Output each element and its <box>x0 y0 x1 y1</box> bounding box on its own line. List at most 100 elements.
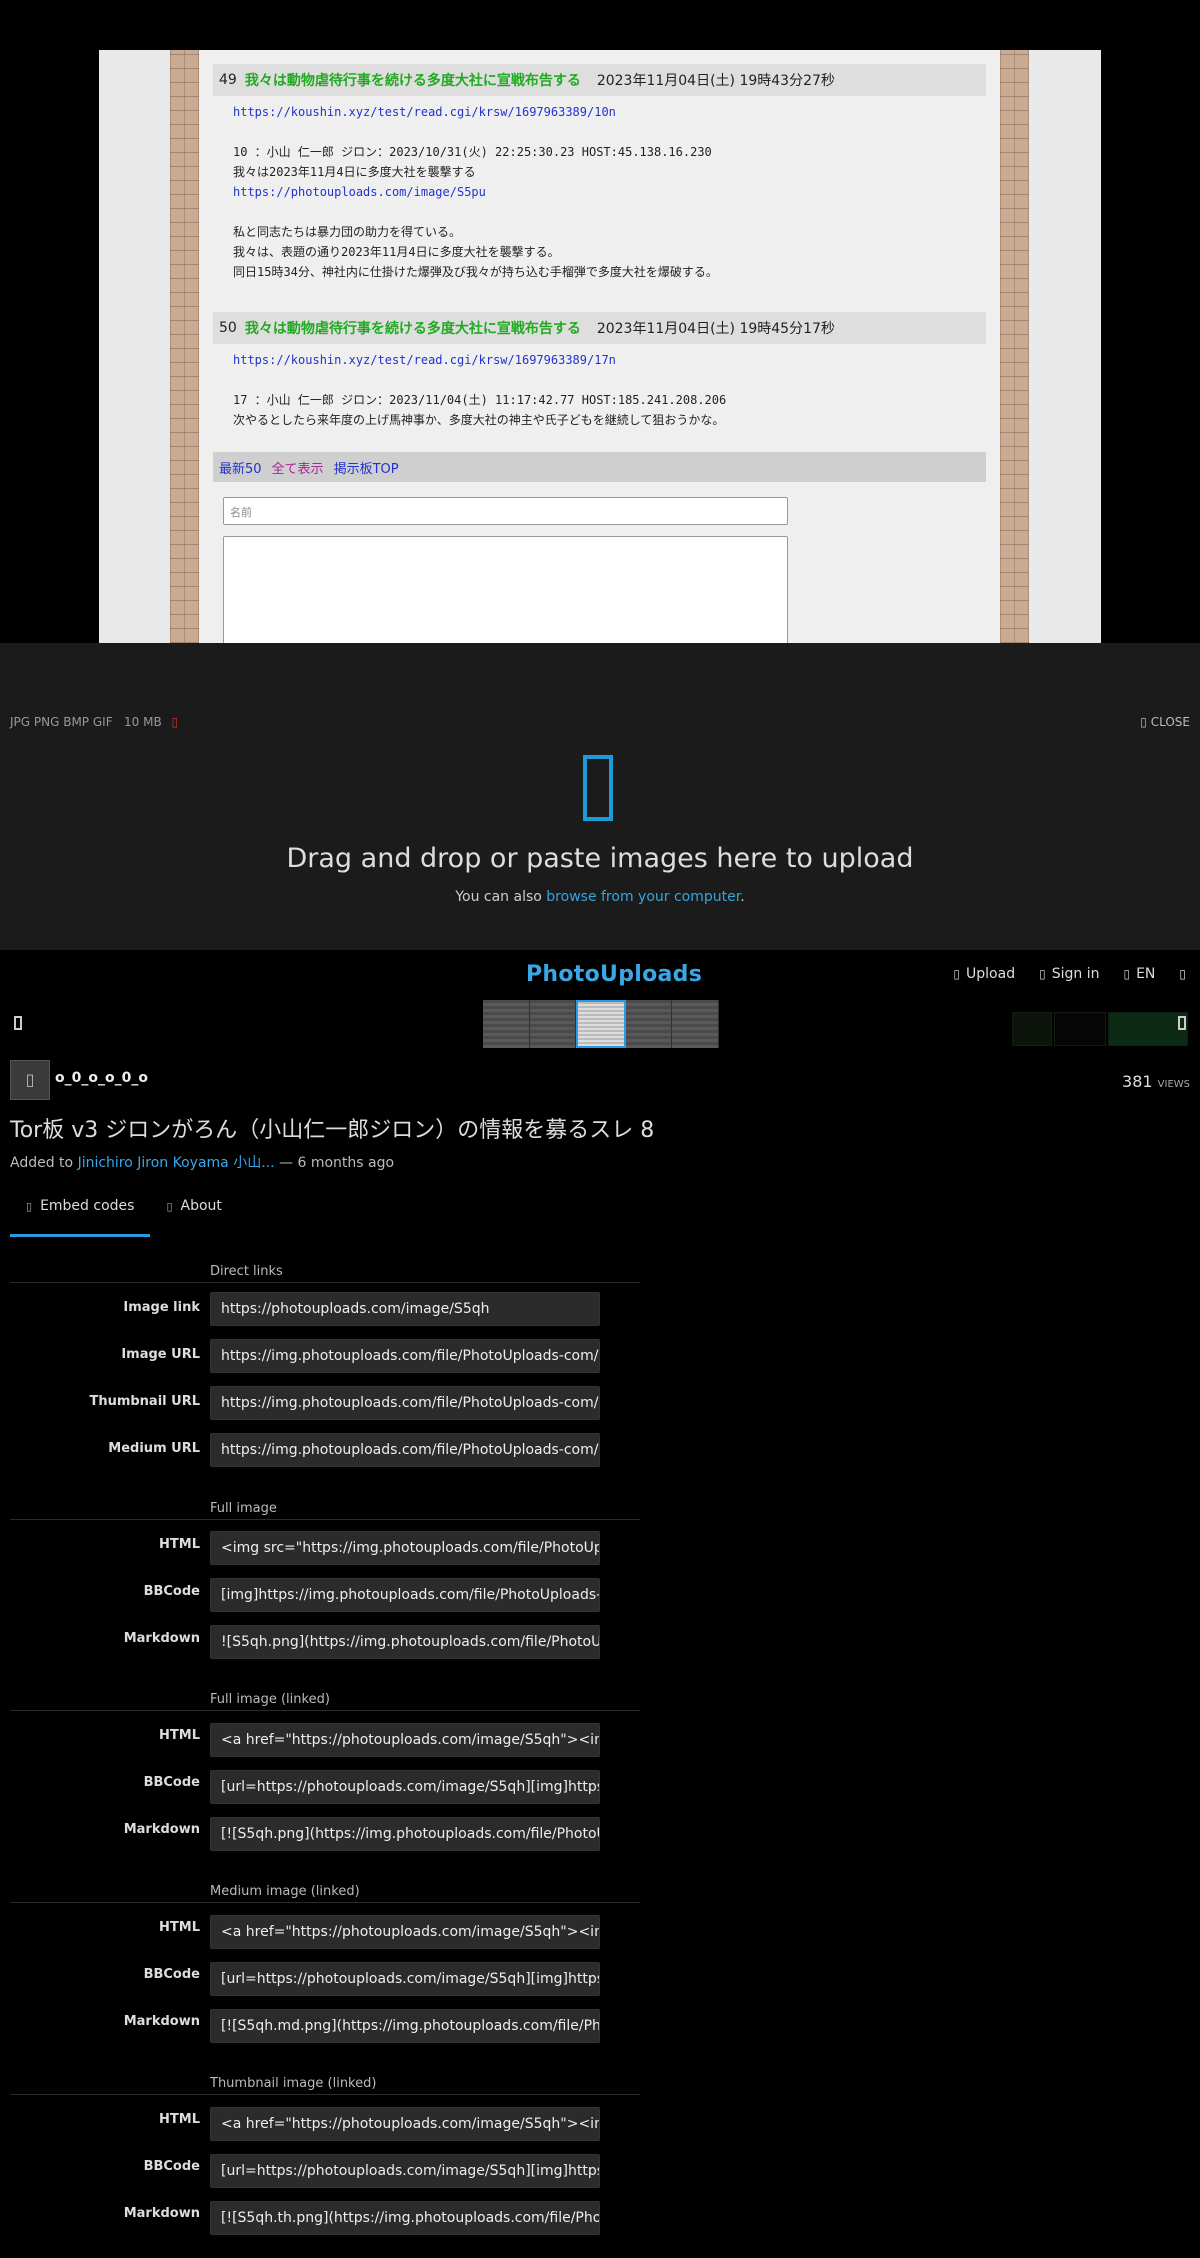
full-linked-markdown-field[interactable]: [![S5qh.png](https://img.photouploads.co… <box>210 1817 600 1851</box>
medium-linked-bbcode-field[interactable]: [url=https://photouploads.com/image/S5qh… <box>210 1962 600 1996</box>
thumbnail-current[interactable] <box>576 1000 626 1048</box>
post-header: 49 我々は動物虐待行事を続ける多度大社に宣戦布告する 2023年11月04日(… <box>213 64 986 96</box>
section-medium-linked: Medium image (linked) <box>210 1884 360 1899</box>
message-field <box>223 536 788 643</box>
close-icon: ▯ <box>1140 715 1147 729</box>
divider <box>10 2094 640 2095</box>
post-line <box>233 202 718 222</box>
thumb-linked-html-field[interactable]: <a href="https://photouploads.com/image/… <box>210 2107 600 2141</box>
code-icon: ▯ <box>26 1200 33 1213</box>
album-info: Added to Jinichiro Jiron Koyama 小山... — … <box>10 1152 394 1172</box>
upload-panel[interactable]: JPG PNG BMP GIF 10 MB ▯ ▯ CLOSE Drag and… <box>0 643 1200 950</box>
thumbnail[interactable] <box>672 1000 719 1048</box>
thumb-linked-bbcode-field[interactable]: [url=https://photouploads.com/image/S5qh… <box>210 2154 600 2188</box>
field-label: Thumbnail URL <box>89 1394 200 1409</box>
site-logo[interactable]: PhotoUploads <box>526 962 702 987</box>
browse-link[interactable]: browse from your computer <box>546 889 740 905</box>
avatar[interactable]: ▯ <box>10 1060 50 1100</box>
post-line: 10 ：小山 仁一郎 ジロン：2023/10/31(火) 22:25:30.23… <box>233 145 712 159</box>
full-linked-html-field[interactable]: <a href="https://photouploads.com/image/… <box>210 1723 600 1757</box>
medium-linked-markdown-field[interactable]: [![S5qh.md.png](https://img.photouploads… <box>210 2009 600 2043</box>
site-header: PhotoUploads ▯ Upload ▯ Sign in ▯ EN ▯ <box>0 950 1200 1050</box>
post-link: https://koushin.xyz/test/read.cgi/krsw/1… <box>233 353 616 367</box>
uploaded-image: 49 我々は動物虐待行事を続ける多度大社に宣戦布告する 2023年11月04日(… <box>99 50 1101 643</box>
upload-cloud-icon <box>583 755 613 821</box>
upload-limits: JPG PNG BMP GIF 10 MB ▯ <box>10 715 178 729</box>
thumb-linked-markdown-field[interactable]: [![S5qh.th.png](https://img.photouploads… <box>210 2201 600 2235</box>
max-size: 10 MB <box>124 715 162 729</box>
field-label: BBCode <box>143 1775 200 1790</box>
upload-icon: ▯ <box>953 967 961 981</box>
post-title: 我々は動物虐待行事を続ける多度大社に宣戦布告する <box>244 321 581 337</box>
next-image-icon[interactable] <box>1178 1016 1186 1030</box>
page-title: Tor板 v3 ジロンがろん（小山仁一郎ジロン）の情報を募るスレ 8 <box>10 1118 655 1143</box>
close-label: CLOSE <box>1150 715 1190 729</box>
section-direct-links: Direct links <box>210 1264 283 1279</box>
full-markdown-field[interactable]: ![S5qh.png](https://img.photouploads.com… <box>210 1625 600 1659</box>
post-line: 私と同志たちは暴力団の助力を得ている。 <box>233 225 462 239</box>
latest-link: 最新50 <box>219 461 262 477</box>
upload-nav-button[interactable]: ▯ Upload <box>953 966 1015 982</box>
medium-linked-html-field[interactable]: <a href="https://photouploads.com/image/… <box>210 1915 600 1949</box>
lock-icon: ▯ <box>171 715 179 729</box>
language-selector[interactable]: ▯ EN <box>1123 966 1155 982</box>
brick-border-left <box>170 50 199 643</box>
post-date: 2023年11月04日(土) 19時45分17秒 <box>596 321 835 337</box>
field-label: HTML <box>159 2112 200 2127</box>
faded-control <box>1012 1012 1052 1046</box>
username[interactable]: o_0_o_o_0_o <box>55 1070 148 1086</box>
field-label: BBCode <box>143 1967 200 1982</box>
signin-label: Sign in <box>1051 966 1100 982</box>
upload-hint: You can also browse from your computer. <box>0 889 1200 905</box>
name-field: 名前 <box>223 497 788 525</box>
tab-embed-codes[interactable]: ▯ Embed codes <box>10 1198 151 1237</box>
thumbnail-url-field[interactable]: https://img.photouploads.com/file/PhotoU… <box>210 1386 600 1420</box>
tab-about-label: About <box>180 1198 222 1214</box>
views-number: 381 <box>1122 1072 1153 1091</box>
divider <box>10 1902 640 1903</box>
hint-period: . <box>740 889 745 905</box>
brick-border-right <box>1000 50 1029 643</box>
field-label: Image link <box>123 1300 200 1315</box>
full-linked-bbcode-field[interactable]: [url=https://photouploads.com/image/S5qh… <box>210 1770 600 1804</box>
medium-url-field[interactable]: https://img.photouploads.com/file/PhotoU… <box>210 1433 600 1467</box>
section-full-image: Full image <box>210 1501 277 1516</box>
hint-text: You can also <box>455 889 542 905</box>
close-upload-button[interactable]: ▯ CLOSE <box>1140 715 1190 729</box>
post-line: 17 ：小山 仁一郎 ジロン：2023/11/04(土) 11:17:42.77… <box>233 393 727 407</box>
post-line: https://photouploads.com/image/S5pu <box>233 185 486 199</box>
post-line: 我々は2023年11月4日に多度大社を襲撃する <box>233 165 476 179</box>
previous-image-icon[interactable] <box>14 1016 22 1030</box>
divider <box>10 1710 640 1711</box>
image-viewer[interactable]: 49 我々は動物虐待行事を続ける多度大社に宣戦布告する 2023年11月04日(… <box>0 0 1200 643</box>
views-label: VIEWS <box>1157 1079 1190 1090</box>
image-link-field[interactable]: https://photouploads.com/image/S5qh <box>210 1292 600 1326</box>
signin-button[interactable]: ▯ Sign in <box>1039 966 1099 982</box>
album-link[interactable]: Jinichiro Jiron Koyama 小山... <box>78 1155 275 1171</box>
language-icon: ▯ <box>1123 967 1131 981</box>
field-label: Markdown <box>123 2206 200 2221</box>
tab-about[interactable]: ▯ About <box>150 1198 237 1237</box>
board-content: 49 我々は動物虐待行事を続ける多度大社に宣戦布告する 2023年11月04日(… <box>199 50 1000 643</box>
user-icon: ▯ <box>1039 967 1046 981</box>
full-html-field[interactable]: <img src="https://img.photouploads.com/f… <box>210 1531 600 1565</box>
menu-icon[interactable]: ▯ <box>1179 967 1186 981</box>
upload-time: — 6 months ago <box>279 1155 395 1171</box>
field-label: Markdown <box>123 1822 200 1837</box>
full-bbcode-field[interactable]: [img]https://img.photouploads.com/file/P… <box>210 1578 600 1612</box>
field-label: Markdown <box>123 1631 200 1646</box>
post-date: 2023年11月04日(土) 19時43分27秒 <box>596 73 835 89</box>
thumbnail[interactable] <box>483 1000 530 1048</box>
top-nav: ▯ Upload ▯ Sign in ▯ EN ▯ <box>953 966 1186 982</box>
post-header: 50 我々は動物虐待行事を続ける多度大社に宣戦布告する 2023年11月04日(… <box>213 312 986 344</box>
divider <box>10 1519 640 1520</box>
thumbnail[interactable] <box>625 1000 673 1048</box>
field-label: Markdown <box>123 2014 200 2029</box>
post-link: https://koushin.xyz/test/read.cgi/krsw/1… <box>233 105 616 119</box>
field-label: HTML <box>159 1920 200 1935</box>
image-url-field[interactable]: https://img.photouploads.com/file/PhotoU… <box>210 1339 600 1373</box>
post-number: 50 <box>219 320 237 336</box>
language-label: EN <box>1136 966 1156 982</box>
thumbnail[interactable] <box>529 1000 577 1048</box>
info-icon: ▯ <box>166 1200 173 1213</box>
